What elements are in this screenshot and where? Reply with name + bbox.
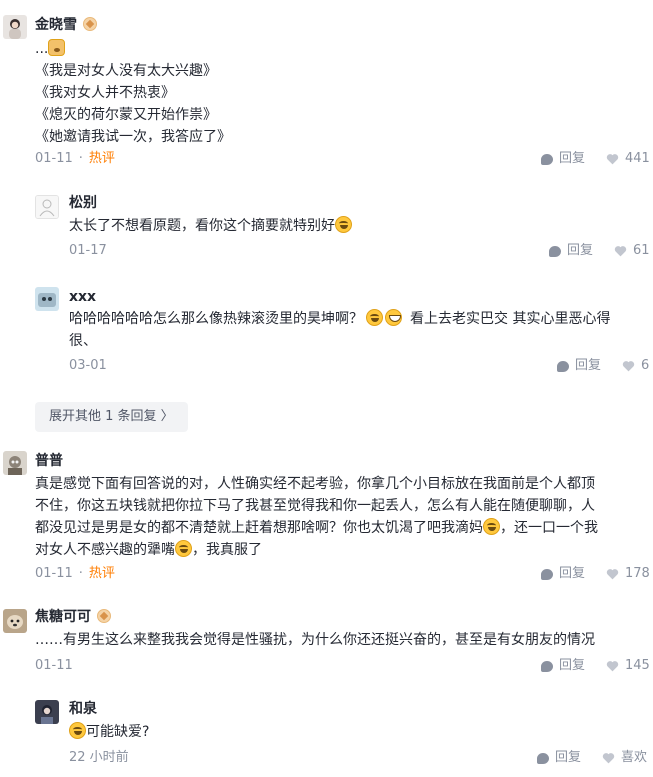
- like-button[interactable]: 178: [606, 565, 650, 583]
- comment-bubble-icon: [557, 360, 569, 372]
- comment-text-line: 《我是对女人没有太大兴趣》: [35, 63, 217, 79]
- comment-text-line: 《我对女人并不热衷》: [35, 85, 175, 101]
- comment-text-line: 太长了不想看原题，看你这个摘要就特别好: [69, 215, 352, 237]
- like-button[interactable]: 441: [606, 150, 650, 168]
- comment-date: 22 小时前: [69, 750, 129, 765]
- comment-date: 01-11: [35, 151, 73, 166]
- avatar[interactable]: [35, 287, 59, 311]
- reply-button[interactable]: 回复: [541, 565, 585, 583]
- heart-icon: [622, 361, 635, 372]
- comment-meta: 01-11 · 热评: [35, 566, 115, 581]
- like-button[interactable]: 6: [622, 357, 649, 375]
- laugh-cry-emoji-icon: [335, 216, 352, 233]
- like-button[interactable]: 145: [606, 657, 650, 675]
- comment-text-line: 《她邀请我试一次，我答应了》: [35, 129, 231, 145]
- comment-text-line: 不住，你这五块钱就把你拉下马了我甚至觉得我和你一起丢人，怎么有人能在随便聊聊，人: [35, 498, 595, 514]
- avatar[interactable]: [3, 451, 27, 475]
- avatar[interactable]: [35, 700, 59, 724]
- comment-bubble-icon: [541, 660, 553, 672]
- avatar[interactable]: [35, 195, 59, 219]
- comment-bubble-icon: [537, 752, 549, 764]
- comment-bubble-icon: [541, 568, 553, 580]
- comment-text-line: ...: [35, 38, 66, 60]
- comment-text-line: 哈哈哈哈哈哈怎么那么像热辣滚烫里的昊坤啊？ 看上去老实巴交 其实心里恶心得: [69, 309, 611, 327]
- comment-author[interactable]: 松别: [69, 193, 97, 213]
- comment-date: 01-17: [69, 243, 107, 258]
- heart-icon: [606, 569, 619, 580]
- laugh-cry-emoji-icon: [175, 540, 192, 557]
- heart-icon: [606, 154, 619, 165]
- comment-author[interactable]: 和泉: [69, 699, 97, 719]
- comment-text-line: 都没见过是男是女的都不清楚就上赶着想那啥啊？你也太饥渴了吧我滴妈 ，还一口一个我: [35, 518, 598, 536]
- comment-date: 01-11: [35, 658, 73, 673]
- level-badge-icon: [83, 17, 97, 31]
- grin-emoji-icon: [385, 309, 402, 326]
- avatar[interactable]: [3, 609, 27, 633]
- comment-text-line: 很、: [69, 333, 97, 349]
- reply-button[interactable]: 回复: [537, 749, 581, 767]
- reply-button[interactable]: 回复: [549, 242, 593, 260]
- comment-bubble-icon: [541, 153, 553, 165]
- comment-date: 01-11: [35, 566, 73, 581]
- reply-button[interactable]: 回复: [541, 150, 585, 168]
- laugh-cry-emoji-icon: [366, 309, 383, 326]
- comment-text-line: 可能缺爱?: [69, 721, 149, 743]
- level-badge-icon: [97, 609, 111, 623]
- heart-icon: [602, 753, 615, 764]
- laugh-cry-emoji-icon: [69, 722, 86, 739]
- heart-icon: [606, 661, 619, 672]
- avatar[interactable]: [3, 15, 27, 39]
- comment-author[interactable]: 金晓雪: [35, 15, 97, 35]
- comment-author[interactable]: xxx: [69, 287, 96, 307]
- comment-text-line: 对女人不感兴趣的犟嘴 ，我真服了: [35, 540, 262, 558]
- comment-text-line: 《熄灭的荷尔蒙又开始作祟》: [35, 107, 217, 123]
- comment-text-line: 真是感觉下面有回答说的对，人性确实经不起考验，你拿几个小目标放在我面前是个人都顶: [35, 476, 595, 492]
- like-button[interactable]: 喜欢: [602, 749, 647, 767]
- comment-text-line: ……有男生这么来整我我会觉得是性骚扰，为什么你还还挺兴奋的，甚至是有女朋友的情况: [35, 632, 595, 648]
- laugh-cry-emoji-icon: [483, 518, 500, 535]
- reply-button[interactable]: 回复: [541, 657, 585, 675]
- expand-replies-button[interactable]: 展开其他 1 条回复 〉: [35, 402, 188, 432]
- comment-meta: 01-11 · 热评: [35, 151, 115, 166]
- heart-icon: [614, 246, 627, 257]
- reply-button[interactable]: 回复: [557, 357, 601, 375]
- comment-bubble-icon: [549, 245, 561, 257]
- like-button[interactable]: 61: [614, 242, 650, 260]
- comment-date: 03-01: [69, 358, 107, 373]
- comment-author[interactable]: 普普: [35, 451, 63, 471]
- comment-author[interactable]: 焦糖可可: [35, 607, 111, 627]
- hot-tag: 热评: [88, 566, 115, 581]
- hot-tag: 热评: [88, 151, 115, 166]
- bear-emoji-icon: [48, 39, 66, 56]
